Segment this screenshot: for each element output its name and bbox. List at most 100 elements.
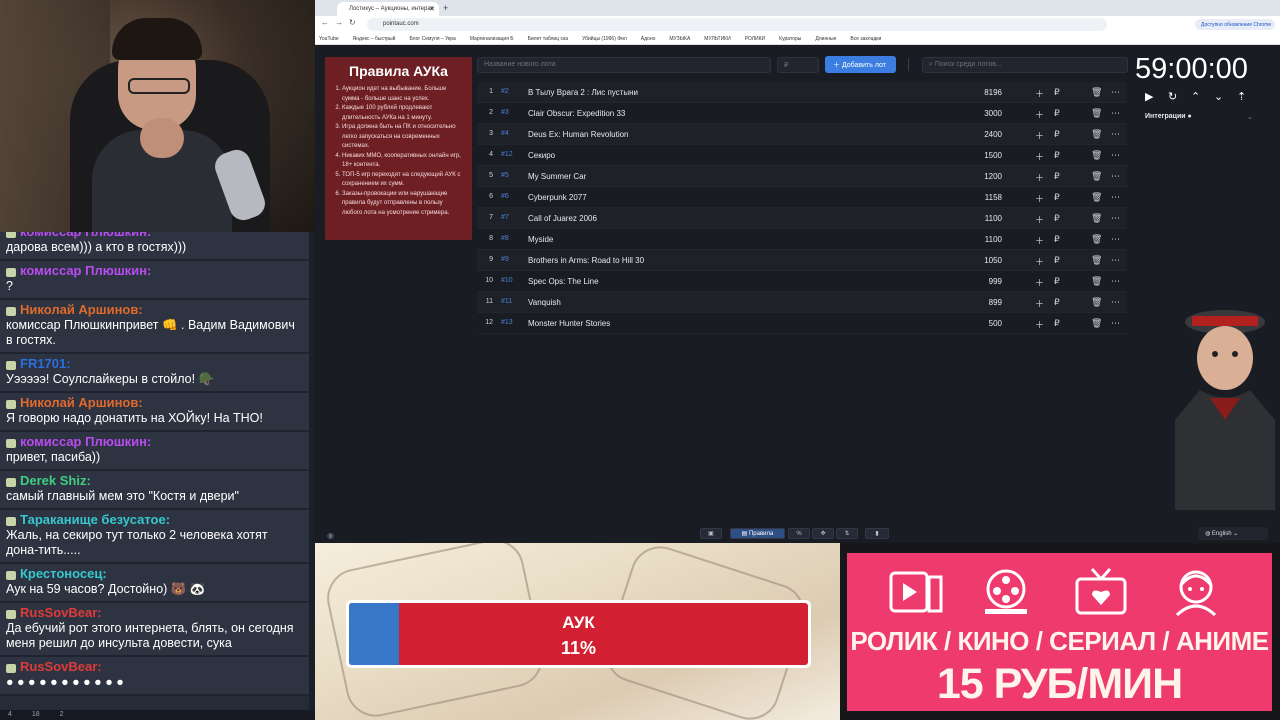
trash-icon[interactable]: 🗑 <box>1091 297 1102 308</box>
bookmark-item[interactable]: Яндекс – быстрый <box>353 36 396 42</box>
lot-amount[interactable]: 2400 <box>952 130 1002 139</box>
chat-author[interactable]: RusSovBear: <box>6 659 303 675</box>
trash-icon[interactable]: ▮ <box>865 528 889 539</box>
url-field[interactable]: pointauc.com <box>367 18 1107 31</box>
lot-amount[interactable]: 1100 <box>952 235 1002 244</box>
bookmark-item[interactable]: Блог Семуля – Укра <box>409 36 455 42</box>
chat-author[interactable]: FR1701: <box>6 356 303 372</box>
trash-icon[interactable]: 🗑 <box>1091 192 1102 203</box>
move-icon[interactable]: ✥ <box>812 528 834 539</box>
bookmark-item[interactable]: МУЛЬТИКИ <box>704 36 730 42</box>
sort-icon[interactable]: ⇅ <box>836 528 858 539</box>
integrations-toggle[interactable]: Интеграции ● <box>1145 113 1192 120</box>
lot-id[interactable]: #2 <box>501 88 509 95</box>
bookmark-item[interactable]: Адоно <box>641 36 656 42</box>
rules-toggle-button[interactable]: ▤ Правила <box>730 528 785 539</box>
bookmark-item[interactable]: Длинные <box>815 36 836 42</box>
lot-amount[interactable]: 1050 <box>952 256 1002 265</box>
lot-id[interactable]: #3 <box>501 109 509 116</box>
lot-id[interactable]: #12 <box>501 151 513 158</box>
lot-id[interactable]: #13 <box>501 319 513 326</box>
lot-name[interactable]: Call of Juarez 2006 <box>528 214 597 223</box>
more-icon[interactable]: ⋯ <box>1111 255 1120 266</box>
more-icon[interactable]: ⋯ <box>1111 192 1120 203</box>
ruble-icon[interactable]: ₽ <box>1054 276 1060 287</box>
chat-author[interactable]: комиссар Плюшкин: <box>6 232 303 240</box>
lot-name[interactable]: Monster Hunter Stories <box>528 319 610 328</box>
lot-id[interactable]: #6 <box>501 193 509 200</box>
plus-icon[interactable]: ＋ <box>1035 234 1044 247</box>
trash-icon[interactable]: 🗑 <box>1091 255 1102 266</box>
ruble-icon[interactable]: ₽ <box>1054 234 1060 245</box>
lot-amount[interactable]: 1200 <box>952 172 1002 181</box>
lot-name[interactable]: Clair Obscur: Expedition 33 <box>528 109 625 118</box>
new-lot-input[interactable]: Название нового лота <box>477 57 771 73</box>
trash-icon[interactable]: 🗑 <box>1091 87 1102 98</box>
plus-icon[interactable]: ＋ <box>1035 255 1044 268</box>
chat-author[interactable]: комиссар Плюшкин: <box>6 434 303 450</box>
lot-name[interactable]: Deus Ex: Human Revolution <box>528 130 629 139</box>
chat-author[interactable]: Тараканище безусатое: <box>6 512 303 528</box>
chat-author[interactable]: RusSovBear: <box>6 605 303 621</box>
more-icon[interactable]: ⋯ <box>1111 213 1120 224</box>
lot-amount[interactable]: 899 <box>952 298 1002 307</box>
bookmark-item[interactable]: Все закладки <box>850 36 881 42</box>
search-lots-input[interactable]: ⌕ Поиск среди лотов... <box>922 57 1128 73</box>
ruble-icon[interactable]: ₽ <box>1054 192 1060 203</box>
add-lot-button[interactable]: ＋ Добавить лот <box>825 56 896 73</box>
trash-icon[interactable]: 🗑 <box>1091 276 1102 287</box>
language-select[interactable]: ◍ English ⌄ <box>1198 527 1268 540</box>
bookmark-item[interactable]: Билет таблиц ска <box>528 36 568 42</box>
bookmark-item[interactable]: МУЗЫКА <box>669 36 690 42</box>
ruble-icon[interactable]: ₽ <box>1054 150 1060 161</box>
chat-author[interactable]: Николай Аршинов: <box>6 302 303 318</box>
plus-icon[interactable]: ＋ <box>1035 318 1044 331</box>
chat-author[interactable]: Крестоносец: <box>6 566 303 582</box>
chat-author[interactable]: Николай Аршинов: <box>6 395 303 411</box>
lot-name[interactable]: Myside <box>528 235 553 244</box>
bookmark-item[interactable]: YouTube <box>319 36 339 42</box>
ruble-icon[interactable]: ₽ <box>1054 297 1060 308</box>
lot-amount[interactable]: 1500 <box>952 151 1002 160</box>
chat-author[interactable]: Derek Shiz: <box>6 473 303 489</box>
trash-icon[interactable]: 🗑 <box>1091 234 1102 245</box>
lot-id[interactable]: #10 <box>501 277 513 284</box>
ruble-icon[interactable]: ₽ <box>1054 213 1060 224</box>
more-icon[interactable]: ⋯ <box>1111 234 1120 245</box>
lot-name[interactable]: В Тылу Врага 2 : Лис пустыни <box>528 88 638 97</box>
more-icon[interactable]: ⋯ <box>1111 171 1120 182</box>
lot-name[interactable]: Vanquish <box>528 298 561 307</box>
trash-icon[interactable]: 🗑 <box>1091 318 1102 329</box>
plus-icon[interactable]: ＋ <box>1035 192 1044 205</box>
plus-icon[interactable]: ＋ <box>1035 87 1044 100</box>
ruble-icon[interactable]: ₽ <box>1054 129 1060 140</box>
trash-icon[interactable]: 🗑 <box>1091 150 1102 161</box>
lot-amount[interactable]: 1158 <box>952 193 1002 202</box>
lot-amount[interactable]: 500 <box>952 319 1002 328</box>
lot-id[interactable]: #8 <box>501 235 509 242</box>
eye-icon[interactable]: ◉ <box>327 531 334 540</box>
plus-icon[interactable]: ＋ <box>1035 213 1044 226</box>
lot-name[interactable]: Cyberpunk 2077 <box>528 193 587 202</box>
bookmark-item[interactable]: Убийцы (1996) Фил <box>582 36 627 42</box>
ruble-icon[interactable]: ₽ <box>1054 108 1060 119</box>
plus-icon[interactable]: ＋ <box>1035 129 1044 142</box>
update-chrome-button[interactable]: Доступно обновление Chrome <box>1195 19 1275 30</box>
trash-icon[interactable]: 🗑 <box>1091 213 1102 224</box>
lot-id[interactable]: #7 <box>501 214 509 221</box>
double-up-icon[interactable]: ⇡ <box>1237 90 1260 103</box>
lot-id[interactable]: #5 <box>501 172 509 179</box>
add-time-icon[interactable]: ⌃ <box>1191 90 1214 103</box>
plus-icon[interactable]: ＋ <box>1035 297 1044 310</box>
lot-amount[interactable]: 1100 <box>952 214 1002 223</box>
bookmark-item[interactable]: Маргинализация Б <box>470 36 514 42</box>
reset-icon[interactable]: ↻ <box>1168 90 1191 103</box>
more-icon[interactable]: ⋯ <box>1111 276 1120 287</box>
lot-amount[interactable]: 8196 <box>952 88 1002 97</box>
more-icon[interactable]: ⋯ <box>1111 318 1120 329</box>
lot-id[interactable]: #9 <box>501 256 509 263</box>
ruble-icon[interactable]: ₽ <box>1054 171 1060 182</box>
toolbar-history-button[interactable]: ▣ <box>700 528 722 539</box>
trash-icon[interactable]: 🗑 <box>1091 171 1102 182</box>
ruble-icon[interactable]: ₽ <box>1054 318 1060 329</box>
